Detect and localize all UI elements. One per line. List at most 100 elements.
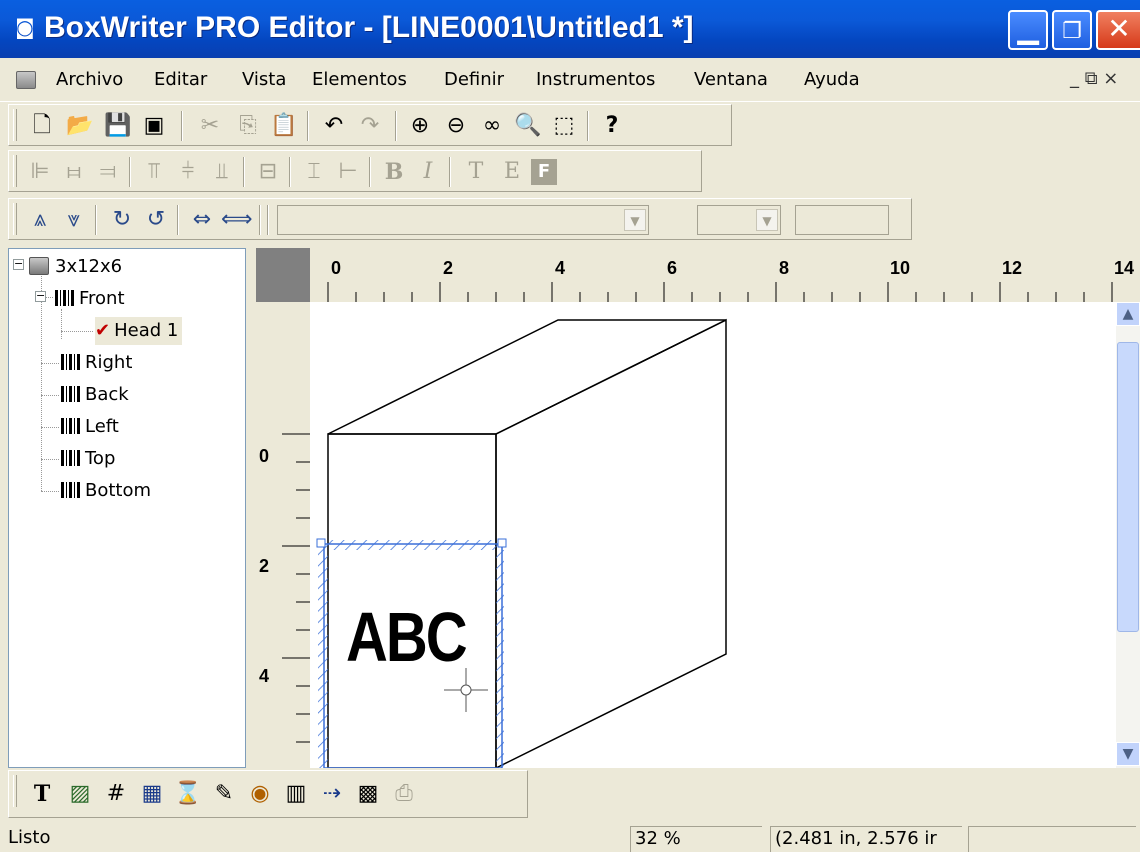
menu-ayuda[interactable]: Ayuda <box>804 68 860 92</box>
bw-icon[interactable]: ◙ <box>12 14 38 40</box>
text-e-icon[interactable]: E <box>497 157 527 187</box>
tree-item-right[interactable]: Right <box>61 349 132 377</box>
rotate-cw-icon[interactable]: ↻ <box>107 205 137 235</box>
selection-handle[interactable] <box>316 538 326 548</box>
toolbar-grip[interactable] <box>13 155 17 187</box>
tree-item-label: Right <box>85 352 133 373</box>
toolbar-grip[interactable] <box>13 109 17 141</box>
restore-button[interactable]: ❐ <box>1052 10 1092 50</box>
box-text[interactable]: ABC <box>346 601 468 674</box>
scroll-up-icon[interactable]: ▲ <box>1116 302 1140 326</box>
menu-ventana[interactable]: Ventana <box>694 68 768 92</box>
align-middle-icon[interactable]: ⫩ <box>173 157 203 187</box>
zoom-out-icon[interactable]: ⊖ <box>441 111 471 141</box>
space-vertical-icon[interactable]: ⌶ <box>299 157 329 187</box>
align-center-icon[interactable]: ⧦ <box>59 157 89 187</box>
undo-icon[interactable]: ↶ <box>319 111 349 141</box>
menu-bar: Archivo Editar Vista Elementos Definir I… <box>0 58 1140 102</box>
align-right-icon[interactable]: ⫤ <box>93 157 123 187</box>
copy-icon[interactable]: ⎘ <box>233 111 263 141</box>
help-icon[interactable]: ? <box>597 111 627 141</box>
vertical-scrollbar[interactable]: ▲ ▼ <box>1116 302 1140 768</box>
zoom-icon[interactable]: 🔍 <box>513 111 543 141</box>
flip-vertical-icon[interactable]: ⩓ <box>25 205 55 235</box>
ruler-label: 10 <box>890 258 911 278</box>
menu-editar[interactable]: Editar <box>154 68 207 92</box>
bold-icon[interactable]: B <box>379 157 409 187</box>
tree-root[interactable]: 3x12x6 <box>29 253 122 281</box>
flip-vertical-2-icon[interactable]: ⩔ <box>59 205 89 235</box>
zoom-area-icon[interactable]: ⬚ <box>549 111 579 141</box>
size-combo[interactable]: ▼ <box>697 205 781 235</box>
image-tool-icon[interactable]: ▨ <box>65 779 95 809</box>
extra-field[interactable] <box>795 205 889 235</box>
tree-item-left[interactable]: Left <box>61 413 119 441</box>
redo-icon[interactable]: ↷ <box>355 111 385 141</box>
tree-item-back[interactable]: Back <box>61 381 129 409</box>
ruler-label: 4 <box>259 666 270 686</box>
toolbar-separator <box>587 111 589 141</box>
close-icon: ✕ <box>1107 12 1131 45</box>
text-tool-icon[interactable]: T <box>27 779 57 809</box>
save-icon[interactable]: 💾 <box>103 111 133 141</box>
toolbar-separator <box>267 205 269 235</box>
scroll-down-icon[interactable]: ▼ <box>1116 742 1140 766</box>
align-left-icon[interactable]: ⊫ <box>25 157 55 187</box>
barcode-tool-icon[interactable]: ▥ <box>281 779 311 809</box>
selection-handle[interactable] <box>497 538 507 548</box>
serial-tool-icon[interactable]: ⇢ <box>317 779 347 809</box>
toolbar-grip[interactable] <box>13 775 17 807</box>
align-bottom-icon[interactable]: ⫫ <box>207 157 237 187</box>
italic-icon[interactable]: I <box>413 157 443 187</box>
disabled-tool-icon[interactable]: ⎙ <box>389 779 419 809</box>
logo-tool-icon[interactable]: ◉ <box>245 779 275 809</box>
mirror-icon[interactable]: ⇔ <box>187 205 217 235</box>
datamatrix-tool-icon[interactable]: ▩ <box>353 779 383 809</box>
zoom-in-icon[interactable]: ⊕ <box>405 111 435 141</box>
design-page[interactable]: ABC <box>310 302 1116 768</box>
same-width-icon[interactable]: ⊟ <box>253 157 283 187</box>
tree-item-front[interactable]: Front <box>55 285 125 313</box>
save-all-icon[interactable]: ▣ <box>139 111 169 141</box>
close-button[interactable]: ✕ <box>1096 10 1140 50</box>
printhead-hatch-right <box>496 550 504 768</box>
document-icon[interactable] <box>16 71 36 89</box>
space-horizontal-icon[interactable]: ⊢ <box>333 157 363 187</box>
tree-line <box>61 331 93 332</box>
expiry-tool-icon[interactable]: ⌛ <box>173 779 203 809</box>
open-icon[interactable]: 📂 <box>65 111 95 141</box>
align-top-icon[interactable]: ⫪ <box>139 157 169 187</box>
new-icon[interactable]: 🗋 <box>27 111 57 141</box>
zoom-fit-icon[interactable]: ∞ <box>477 111 507 141</box>
chevron-down-icon[interactable]: ▼ <box>756 209 778 231</box>
tree-item-top[interactable]: Top <box>61 445 115 473</box>
tree-item-head-1[interactable]: ✔ Head 1 <box>95 317 183 345</box>
tree-item-bottom[interactable]: Bottom <box>61 477 151 505</box>
collapse-icon[interactable]: − <box>35 290 46 302</box>
menu-archivo[interactable]: Archivo <box>56 68 123 92</box>
toolbar-grip[interactable] <box>13 203 17 235</box>
collapse-icon[interactable]: − <box>13 258 24 270</box>
transform-toolbar: ⩓ ⩔ ↻ ↺ ⇔ ⟺ ▼ ▼ <box>8 198 912 240</box>
restore-icon: ❐ <box>1062 19 1082 44</box>
cut-icon[interactable]: ✂ <box>195 111 225 141</box>
menu-vista[interactable]: Vista <box>242 68 286 92</box>
text-t-icon[interactable]: T <box>461 157 491 187</box>
rotate-ccw-icon[interactable]: ↺ <box>141 205 171 235</box>
text-f-icon[interactable]: F <box>531 159 557 185</box>
mirror-2-icon[interactable]: ⟺ <box>221 205 253 235</box>
counter-tool-icon[interactable]: # <box>101 779 131 809</box>
tree-line <box>41 271 42 491</box>
menu-elementos[interactable]: Elementos <box>312 68 407 92</box>
menu-definir[interactable]: Definir <box>444 68 504 92</box>
minimize-button[interactable]: ▁ <box>1008 10 1048 50</box>
scroll-thumb[interactable] <box>1117 342 1139 632</box>
font-combo[interactable]: ▼ <box>277 205 649 235</box>
menu-instrumentos[interactable]: Instrumentos <box>536 68 655 92</box>
date-tool-icon[interactable]: ▦ <box>137 779 167 809</box>
chevron-down-icon[interactable]: ▼ <box>624 209 646 231</box>
horizontal-ruler: 0 2 4 6 8 10 12 14 <box>310 248 1140 302</box>
shift-tool-icon[interactable]: ✎ <box>209 779 239 809</box>
mdi-controls[interactable]: _ ⧉ × <box>1070 68 1118 89</box>
paste-icon[interactable]: 📋 <box>269 111 299 141</box>
